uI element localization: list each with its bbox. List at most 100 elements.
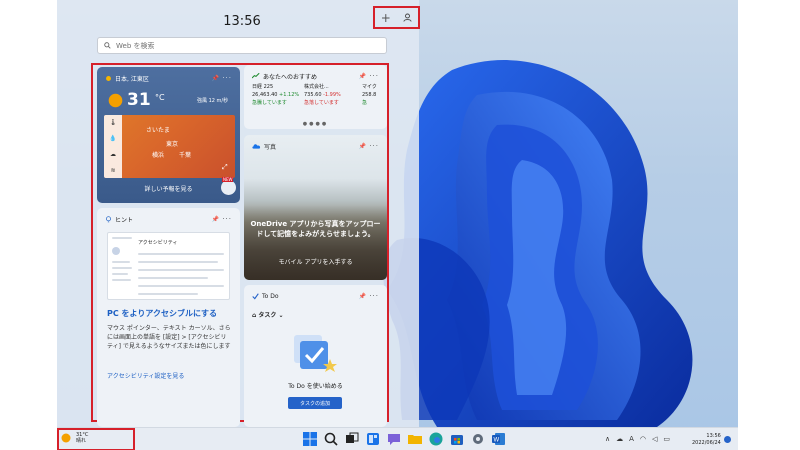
profile-icon[interactable] [398, 11, 416, 25]
task-view-icon[interactable] [345, 432, 359, 446]
temperature-icon[interactable]: 🌡 [109, 119, 117, 126]
tips-headline: PC をよりアクセシブルにする [107, 309, 218, 318]
taskbar: 31°C 晴れ W ∧ ☁ A ◠ ◁ ▭ 13:56 2022/06/24 [57, 427, 738, 450]
more-options-icon[interactable]: ··· [369, 72, 379, 80]
weather-wind: 強風 12 m/秒 [197, 98, 229, 104]
search-icon[interactable] [324, 432, 338, 446]
stocks-icon [252, 73, 260, 79]
pin-icon[interactable]: 📌 [359, 293, 366, 300]
widgets-icon[interactable] [366, 432, 380, 446]
add-widget-button[interactable]: + [377, 11, 395, 25]
stock-status: 急 [362, 100, 368, 106]
screenshot-title: アクセシビリティ [138, 240, 178, 246]
carousel-dots[interactable]: ●●●● [244, 121, 387, 127]
more-options-icon[interactable]: ··· [369, 142, 379, 150]
file-explorer-icon[interactable] [408, 432, 422, 446]
taskbar-apps: W [303, 432, 506, 446]
tips-title: ヒント [115, 216, 134, 224]
task-list-label: タスク [258, 312, 277, 319]
system-tray: ∧ ☁ A ◠ ◁ ▭ [605, 435, 670, 443]
start-icon[interactable] [303, 432, 317, 446]
search-icon [104, 42, 111, 49]
desktop-screen: 13:56 + Web を検索 日本, 江東区 📌 ··· 31 °C 強風 1… [57, 0, 738, 450]
finance-widget[interactable]: あなたへのおすすめ 📌 ··· 日経 225 26,463.40 +1.12% … [244, 65, 387, 129]
panel-clock: 13:56 [223, 14, 261, 29]
widgets-panel: 13:56 + Web を検索 日本, 江東区 📌 ··· 31 °C 強風 1… [57, 0, 420, 427]
more-options-icon[interactable]: ··· [369, 292, 379, 300]
stock-status: 急落しています [304, 100, 339, 106]
weather-location: 日本, 江東区 [115, 75, 149, 83]
tips-widget[interactable]: ヒント 📌 ··· アクセシビリティ PC をよりアクセシブルにする マウス ポ… [97, 208, 240, 427]
volume-icon[interactable]: ◁ [652, 435, 657, 443]
stock-change: +1.12% [279, 92, 300, 98]
stock-change: -1.99% [323, 92, 341, 98]
tips-body: マウス ポインター、テキスト カーソル、さらには画面上の単語を [設定] > [… [107, 325, 231, 350]
photos-caption: OneDrive アプリから写真をアップロードして記憶をよみがえらせましょう。 [250, 220, 381, 238]
todo-title: To Do [262, 292, 279, 300]
photos-widget[interactable]: 写真 📌 ··· OneDrive アプリから写真をアップロードして記憶をよみが… [244, 135, 387, 280]
edge-icon[interactable] [429, 432, 443, 446]
rain-icon[interactable]: 💧 [109, 135, 116, 142]
forecast-link[interactable]: 詳しい予報を見る [97, 184, 240, 193]
todo-widget[interactable]: To Do 📌 ··· ⌂ タスク ⌄ To Do を使い始める タスクの追加 [244, 285, 387, 427]
todo-header: To Do 📌 ··· [252, 291, 379, 301]
stock-value: 26,463.40 [252, 92, 278, 98]
pin-icon[interactable]: 📌 [359, 73, 366, 80]
todo-get-started-text: To Do を使い始める [288, 383, 343, 390]
chat-icon[interactable] [387, 432, 401, 446]
finance-title: あなたへのおすすめ [263, 73, 318, 81]
panel-top-buttons: + [373, 6, 420, 29]
photos-title: 写真 [264, 143, 277, 151]
taskbar-clock[interactable]: 13:56 2022/06/24 [692, 433, 721, 447]
weather-sun-icon [108, 93, 123, 108]
weather-widget[interactable]: 日本, 江東区 📌 ··· 31 °C 強風 12 m/秒 🌡 💧 ☁ ≋ さい… [97, 67, 240, 203]
weather-radar-map[interactable]: 🌡 💧 ☁ ≋ さいたま 東京 横浜 千葉 ⤢ [104, 115, 235, 178]
chevron-up-icon[interactable]: ∧ [605, 435, 610, 443]
map-label-saitama: さいたま [146, 127, 170, 134]
photo-shade [244, 205, 387, 280]
wifi-icon[interactable]: ◠ [640, 435, 646, 443]
notification-badge[interactable] [724, 436, 731, 443]
tips-header: ヒント 📌 ··· [105, 214, 232, 224]
new-widget-avatar[interactable] [221, 180, 236, 195]
weather-unit: °C [155, 93, 165, 102]
map-label-tokyo: 東京 [166, 141, 179, 148]
todo-check-icon [252, 292, 259, 299]
cloud-icon[interactable]: ☁ [616, 435, 623, 443]
new-badge: NEW [222, 177, 234, 182]
stock-name: マイク [362, 84, 377, 90]
taskbar-time: 13:56 [706, 433, 721, 439]
settings-icon[interactable] [471, 432, 485, 446]
web-search-input[interactable]: Web を検索 [97, 37, 387, 54]
stock-name: 日経 225 [252, 84, 274, 90]
task-list-selector[interactable]: ⌂ タスク ⌄ [252, 310, 284, 319]
map-label-yokohama: 横浜 [152, 152, 165, 159]
lightbulb-icon [106, 215, 111, 222]
word-icon[interactable]: W [492, 432, 506, 446]
accessibility-settings-link[interactable]: アクセシビリティ設定を見る [107, 371, 184, 380]
map-layer-bar: 🌡 💧 ☁ ≋ [104, 115, 122, 178]
stock-item[interactable]: 日経 225 26,463.40 +1.12% 急騰しています [252, 83, 299, 107]
expand-map-icon[interactable]: ⤢ [222, 163, 228, 172]
add-task-button[interactable]: タスクの追加 [288, 397, 342, 409]
stock-item[interactable]: マイク 258.8 急 [362, 83, 377, 107]
weather-temperature: 31 [127, 90, 151, 110]
cloud-icon[interactable]: ☁ [110, 151, 116, 158]
pin-icon[interactable]: 📌 [212, 216, 219, 223]
get-mobile-app-link[interactable]: モバイル アプリを入手する [244, 257, 387, 266]
stock-item[interactable]: 株式会社... 735.60 -1.99% 急落しています [304, 83, 341, 107]
pin-icon[interactable]: 📌 [359, 143, 366, 150]
taskbar-weather-highlight-box [57, 428, 135, 450]
chevron-down-icon: ⌄ [278, 312, 284, 319]
taskbar-date: 2022/06/24 [692, 440, 721, 446]
pin-icon[interactable]: 📌 [212, 75, 219, 82]
store-icon[interactable] [450, 432, 464, 446]
more-options-icon[interactable]: ··· [222, 215, 232, 223]
weather-header: 日本, 江東区 📌 ··· [105, 73, 232, 83]
more-options-icon[interactable]: ··· [222, 74, 232, 82]
ime-indicator[interactable]: A [629, 435, 634, 443]
wind-icon[interactable]: ≋ [110, 167, 115, 174]
todo-illustration [294, 335, 337, 372]
battery-icon[interactable]: ▭ [663, 435, 670, 443]
accessibility-settings-screenshot: アクセシビリティ [107, 232, 230, 300]
